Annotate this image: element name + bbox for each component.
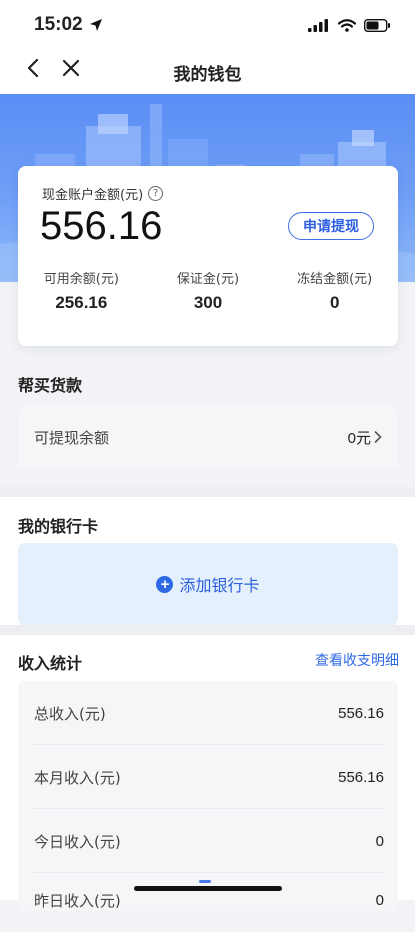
status-time-group: 15:02 (34, 14, 103, 36)
nav-left-actions (26, 58, 80, 78)
cash-label-group: 现金账户金额(元) ? (42, 184, 164, 203)
add-bank-card-label: 添加银行卡 (179, 576, 260, 595)
bank-section-title: 我的银行卡 (18, 517, 99, 536)
stat-label: 可用余额(元) (43, 272, 119, 287)
stat-label: 保证金(元) (176, 272, 240, 287)
scroll-indicator (199, 880, 211, 883)
withdrawable-value-group: 0元 (348, 427, 382, 448)
view-details-link[interactable]: 查看收支明细 (315, 650, 399, 670)
stat-value: 300 (193, 293, 223, 312)
help-icon[interactable]: ? (148, 186, 164, 201)
page-title: 我的钱包 (173, 64, 242, 85)
sub-stats: 可用余额(元) 256.16 保证金(元) 300 冻结金额(元) 0 (18, 268, 398, 313)
stat-value: 256.16 (55, 293, 108, 312)
stat-value: 0 (329, 293, 340, 312)
income-label: 今日收入(元) (34, 832, 121, 851)
purchase-section-title: 帮买货款 (18, 376, 83, 395)
battery-icon (364, 18, 390, 32)
withdrawable-row[interactable]: 可提现余额 0元 (18, 405, 398, 469)
location-arrow-icon (89, 19, 102, 31)
section-divider (0, 487, 415, 497)
section-divider (0, 625, 415, 635)
cash-amount: 556.16 (40, 204, 163, 248)
status-time: 15:02 (34, 14, 83, 35)
add-bank-card-button[interactable]: + 添加银行卡 (18, 543, 398, 625)
income-value: 556.16 (338, 768, 384, 786)
withdrawable-label: 可提现余额 (34, 428, 110, 447)
withdraw-button[interactable]: 申请提现 (288, 212, 374, 240)
chevron-right-icon (374, 431, 382, 443)
status-bar: 15:02 (0, 0, 415, 50)
stat-frozen: 冻结金额(元) 0 (271, 268, 398, 313)
stat-deposit: 保证金(元) 300 (145, 268, 272, 313)
wifi-icon (338, 18, 356, 32)
wallet-card: 现金账户金额(元) ? 556.16 申请提现 可用余额(元) 256.16 保… (18, 166, 398, 346)
income-row-yesterday: 昨日收入(元) 0 (34, 868, 384, 932)
income-row-today: 今日收入(元) 0 (34, 809, 384, 873)
income-row-month: 本月收入(元) 556.16 (34, 745, 384, 809)
income-label: 本月收入(元) (34, 768, 121, 787)
stat-available: 可用余额(元) 256.16 (18, 268, 145, 313)
income-value: 0 (375, 891, 384, 909)
income-label: 昨日收入(元) (34, 891, 121, 910)
income-section-title: 收入统计 (18, 654, 83, 673)
close-icon[interactable] (62, 59, 80, 77)
status-indicators (308, 18, 391, 32)
signal-icon (308, 18, 328, 32)
cash-label: 现金账户金额(元) (42, 188, 144, 203)
back-icon[interactable] (26, 58, 40, 78)
home-indicator (134, 886, 282, 891)
nav-bar: 我的钱包 (0, 50, 415, 94)
plus-icon: + (156, 575, 174, 593)
income-value: 556.16 (338, 704, 384, 722)
income-row-total: 总收入(元) 556.16 (34, 681, 384, 745)
income-label: 总收入(元) (34, 704, 106, 723)
stat-label: 冻结金额(元) (297, 272, 373, 287)
income-value: 0 (375, 832, 384, 850)
withdrawable-value: 0元 (347, 429, 371, 447)
